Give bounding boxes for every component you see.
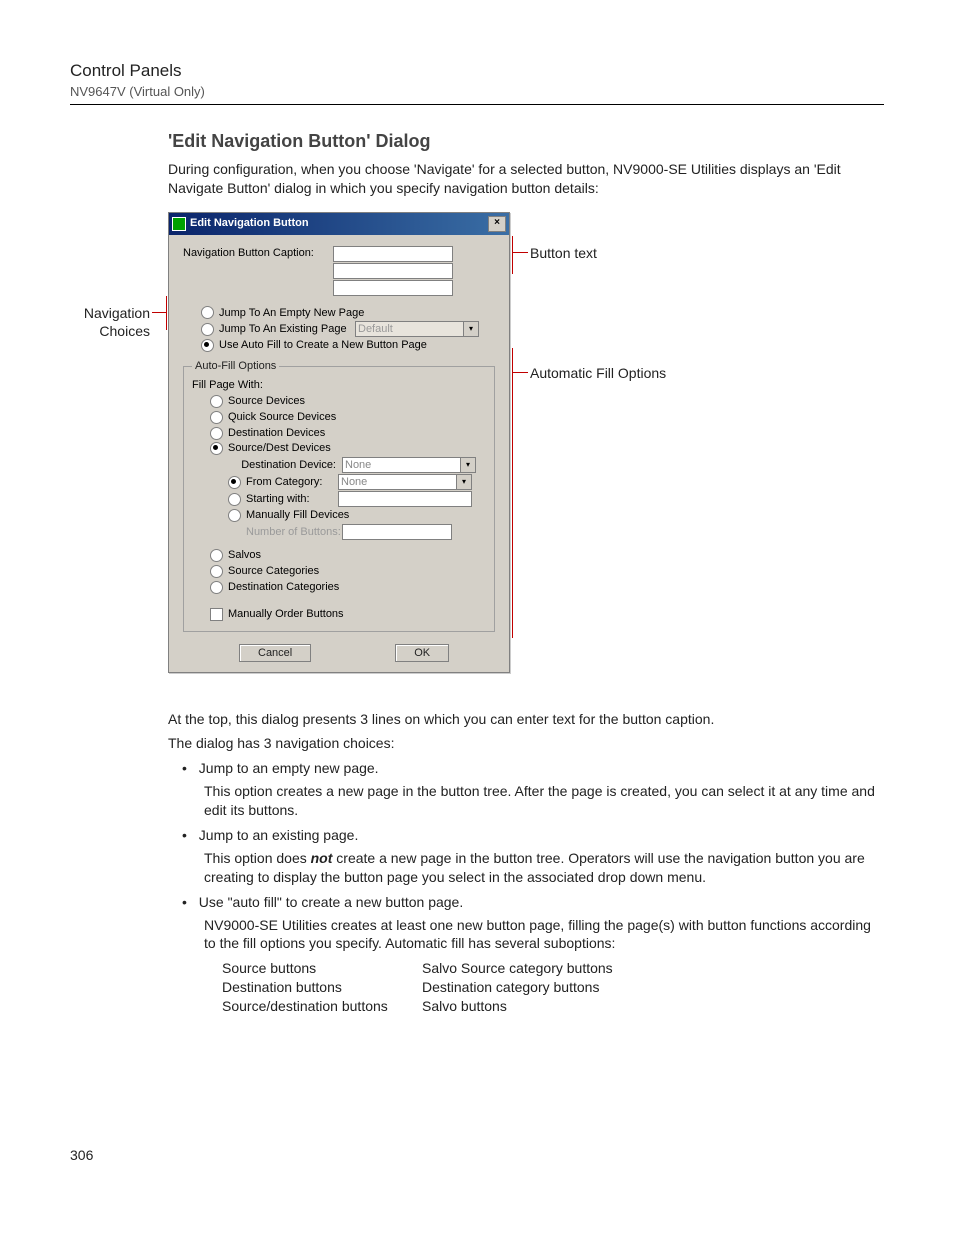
body-p1: At the top, this dialog presents 3 lines… — [168, 710, 884, 729]
radio-use-autofill[interactable]: Use Auto Fill to Create a New Button Pag… — [183, 338, 495, 353]
radio-src-categories[interactable]: Source Categories — [192, 564, 486, 579]
callout-nav-choices: Navigation Choices — [70, 304, 150, 342]
radio-icon — [210, 395, 223, 408]
colA-1: Destination buttons — [222, 978, 422, 997]
radio-jump-existing[interactable]: Jump To An Existing Page Default ▾ — [183, 321, 495, 337]
callout-autofill: Automatic Fill Options — [530, 364, 666, 383]
callout-nav-choices-label: Navigation Choices — [84, 305, 150, 340]
intro-paragraph: During configuration, when you choose 'N… — [168, 160, 884, 198]
dest-device-label: Destination Device: — [228, 458, 342, 473]
num-buttons-label: Number of Buttons: — [246, 525, 342, 540]
caption-label: Navigation Button Caption: — [183, 246, 333, 261]
bullet3: Use "auto fill" to create a new button p… — [199, 894, 463, 910]
callout-line — [512, 236, 513, 274]
caption-line3[interactable] — [333, 280, 453, 296]
radio-dst-categories[interactable]: Destination Categories — [192, 580, 486, 595]
callout-line — [512, 372, 528, 373]
fill-with-label: Fill Page With: — [192, 378, 486, 393]
check-manual-order[interactable]: Manually Order Buttons — [192, 607, 486, 622]
page-number: 306 — [70, 1146, 884, 1165]
callout-line — [152, 312, 166, 313]
callout-button-text: Button text — [530, 244, 597, 263]
bullet3-sub: NV9000-SE Utilities creates at least one… — [204, 916, 884, 954]
chevron-down-icon: ▾ — [463, 322, 478, 336]
radio-manual-fill[interactable]: Manually Fill Devices — [192, 508, 486, 523]
radio-icon — [210, 581, 223, 594]
radio-icon — [210, 565, 223, 578]
ok-button[interactable]: OK — [395, 644, 449, 663]
radio-srcdest-devices[interactable]: Source/Dest Devices — [192, 441, 486, 456]
bullet-list: Jump to an empty new page. This option c… — [168, 759, 884, 1016]
radio-icon — [210, 442, 223, 455]
radio-icon — [210, 427, 223, 440]
num-buttons-input[interactable] — [342, 524, 452, 540]
radio-icon — [201, 306, 214, 319]
caption-line1[interactable] — [333, 246, 453, 262]
radio-jump-empty[interactable]: Jump To An Empty New Page — [183, 306, 495, 321]
caption-line2[interactable] — [333, 263, 453, 279]
dialog-titlebar[interactable]: Edit Navigation Button × — [169, 213, 509, 235]
chevron-down-icon: ▾ — [456, 475, 471, 489]
dialog-title: Edit Navigation Button — [190, 216, 309, 231]
colB-2: Salvo buttons — [422, 997, 613, 1016]
chevron-down-icon: ▾ — [460, 458, 475, 472]
bullet2: Jump to an existing page. — [199, 827, 359, 843]
colA-0: Source buttons — [222, 959, 422, 978]
suboption-columns: Source buttons Destination buttons Sourc… — [222, 959, 884, 1016]
figure-area: Navigation Choices Button text Automatic… — [168, 212, 884, 692]
existing-page-combo[interactable]: Default ▾ — [355, 321, 479, 337]
radio-icon — [228, 493, 241, 506]
bullet2-sub: This option does not create a new page i… — [204, 849, 884, 887]
radio-starting-with[interactable]: Starting with: — [192, 491, 486, 507]
radio-icon — [210, 549, 223, 562]
edit-navigation-dialog: Edit Navigation Button × Navigation Butt… — [168, 212, 510, 674]
bullet1-sub: This option creates a new page in the bu… — [204, 782, 884, 820]
section-heading: 'Edit Navigation Button' Dialog — [168, 129, 884, 153]
from-category-combo[interactable]: None▾ — [338, 474, 472, 490]
header-subtitle: NV9647V (Virtual Only) — [70, 83, 884, 101]
radio-salvos[interactable]: Salvos — [192, 548, 486, 563]
colA-2: Source/destination buttons — [222, 997, 422, 1016]
checkbox-icon — [210, 608, 223, 621]
dest-device-combo[interactable]: None▾ — [342, 457, 476, 473]
radio-quick-source[interactable]: Quick Source Devices — [192, 410, 486, 425]
radio-icon — [228, 476, 241, 489]
radio-icon — [228, 509, 241, 522]
radio-icon — [201, 323, 214, 336]
cancel-button[interactable]: Cancel — [239, 644, 311, 663]
radio-dest-devices[interactable]: Destination Devices — [192, 426, 486, 441]
page-header: Control Panels NV9647V (Virtual Only) — [70, 60, 884, 105]
autofill-group: Auto-Fill Options Fill Page With: Source… — [183, 359, 495, 631]
autofill-legend: Auto-Fill Options — [192, 359, 279, 374]
radio-from-category[interactable]: From Category: None▾ — [192, 474, 486, 490]
body-p2: The dialog has 3 navigation choices: — [168, 734, 884, 753]
callout-line — [512, 252, 528, 253]
callout-line — [166, 296, 167, 330]
callout-line — [512, 348, 513, 638]
colB-0: Salvo Source category buttons — [422, 959, 613, 978]
header-title: Control Panels — [70, 60, 884, 83]
colB-1: Destination category buttons — [422, 978, 613, 997]
radio-icon — [210, 411, 223, 424]
bullet1: Jump to an empty new page. — [199, 760, 379, 776]
app-icon — [172, 217, 186, 231]
close-button[interactable]: × — [488, 216, 506, 232]
radio-icon — [201, 339, 214, 352]
radio-source-devices[interactable]: Source Devices — [192, 394, 486, 409]
starting-with-input[interactable] — [338, 491, 472, 507]
